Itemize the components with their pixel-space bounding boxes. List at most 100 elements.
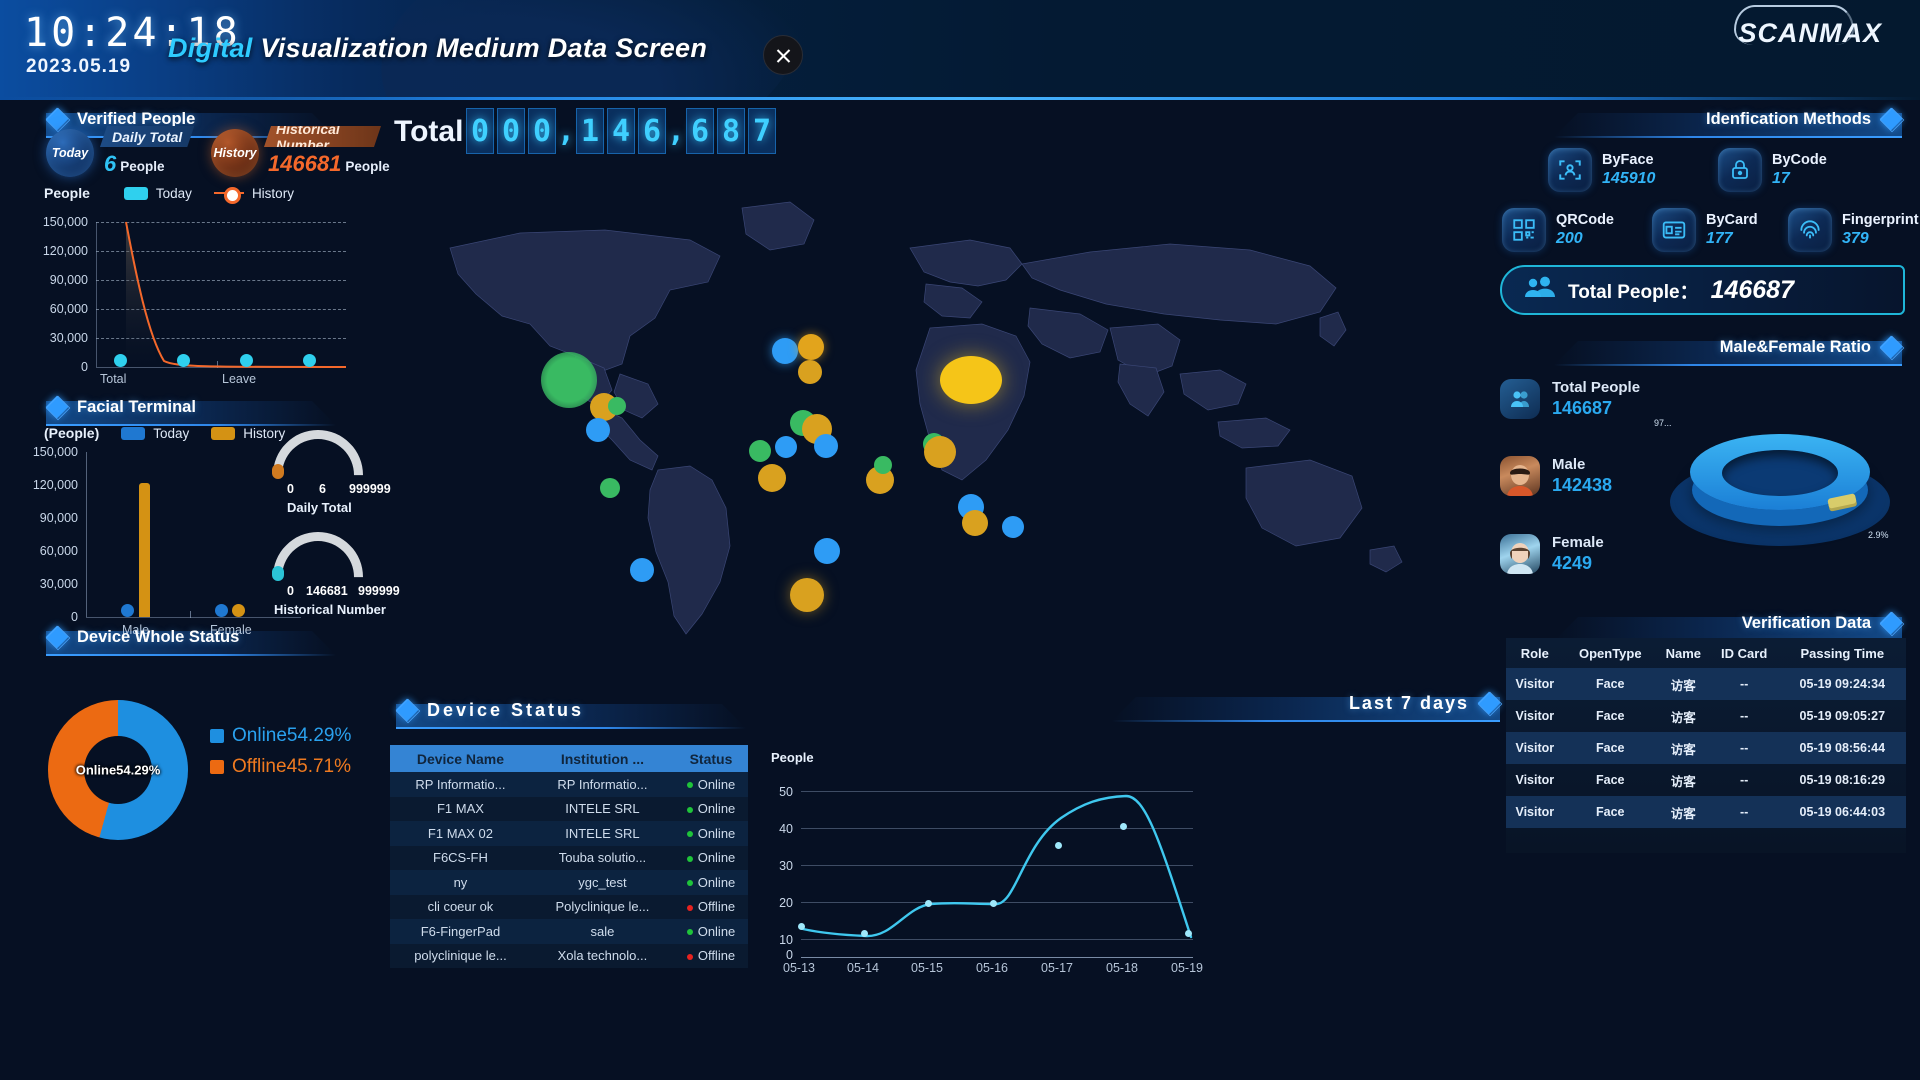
card-icon xyxy=(1652,208,1696,252)
cell-device-name: ny xyxy=(390,870,531,895)
table-row[interactable]: cli coeur ok Polyclinique le... Offline xyxy=(390,894,748,919)
identification-method-fingerprint[interactable]: Fingerprint 379 xyxy=(1788,208,1919,252)
table-row[interactable]: F1 MAX INTELE SRL Online xyxy=(390,796,748,821)
y-tick-label: 30 xyxy=(779,859,793,873)
column-header-status[interactable]: Status xyxy=(674,745,748,772)
panel-title-facial-terminal: Facial Terminal xyxy=(46,392,376,426)
column-header-role[interactable]: Role xyxy=(1506,638,1564,668)
table-row[interactable]: Visitor Face 访客 -- 05-19 09:24:34 xyxy=(1506,668,1906,700)
status-dot xyxy=(686,831,693,838)
last-7-days-axis-title: People xyxy=(771,750,814,765)
data-point xyxy=(1120,823,1127,830)
gauge-value: 6 xyxy=(319,482,326,496)
diamond-icon xyxy=(1880,108,1902,130)
legend-swatch-history xyxy=(211,426,236,440)
status-dot xyxy=(686,904,693,911)
table-row[interactable]: F6-FingerPad sale Online xyxy=(390,919,748,944)
table-row[interactable]: F6CS-FH Touba solutio... Online xyxy=(390,845,748,870)
cell-role: Visitor xyxy=(1506,732,1564,764)
column-header-device-name[interactable]: Device Name xyxy=(390,745,531,772)
panel-title-device-whole-status: Device Whole Status xyxy=(46,622,376,656)
page-title-rest: Visualization Medium Data Screen xyxy=(260,33,708,63)
facial-terminal-chart: 150,000 120,000 90,000 60,000 30,000 0 M… xyxy=(0,440,301,637)
diamond-icon xyxy=(396,699,418,721)
verification-data-table[interactable]: Role OpenType Name ID Card Passing Time … xyxy=(1506,638,1906,853)
counter-digit: 1 xyxy=(576,108,604,154)
column-header-institution[interactable]: Institution ... xyxy=(530,745,674,772)
device-status-table[interactable]: Device Name Institution ... Status RP In… xyxy=(390,745,748,968)
counter-digit: 8 xyxy=(717,108,745,154)
cell-institution: Polyclinique le... xyxy=(530,894,674,919)
cell-opentype: Face xyxy=(1596,709,1625,723)
cell-passing-time: 05-19 09:24:34 xyxy=(1778,668,1906,700)
map-bubble xyxy=(1002,516,1024,538)
left-column: Verified People Today Daily Total 6 Peopl… xyxy=(0,100,400,1080)
cell-name: 访客 xyxy=(1670,774,1696,789)
last-7-days-line xyxy=(801,794,1193,939)
cell-institution: sale xyxy=(530,919,674,944)
y-tick-label: 10 xyxy=(779,933,793,947)
x-tick-label: 05-14 xyxy=(847,961,879,975)
column-header-passing-time[interactable]: Passing Time xyxy=(1779,638,1906,668)
table-row[interactable]: Visitor Face 访客 -- 05-19 08:16:29 xyxy=(1506,764,1906,796)
cell-idcard: -- xyxy=(1709,732,1779,764)
cell-passing-time: 05-19 08:16:29 xyxy=(1799,773,1886,787)
cell-role: Visitor xyxy=(1515,773,1555,787)
y-tick-label: 50 xyxy=(779,785,793,799)
column-header-name[interactable]: Name xyxy=(1657,638,1710,668)
map-bubble xyxy=(798,360,822,384)
counter-digit: 6 xyxy=(638,108,666,154)
x-tick-label: 05-17 xyxy=(1041,961,1073,975)
data-point xyxy=(240,354,253,367)
right-column: Idenfication Methods ByFace 145910 ByCod… xyxy=(1500,100,1920,1080)
legend-item: Online54.29% xyxy=(210,725,351,747)
diamond-icon xyxy=(46,396,68,418)
table-row[interactable]: Visitor Face 访客 -- 05-19 09:05:27 xyxy=(1506,700,1906,732)
column-header-opentype[interactable]: OpenType xyxy=(1564,638,1657,668)
identification-method-byface[interactable]: ByFace 145910 xyxy=(1548,148,1655,192)
column-header-idcard[interactable]: ID Card xyxy=(1710,638,1779,668)
counter-digit: 0 xyxy=(466,108,494,154)
donut-center-label: Online54.29% xyxy=(75,762,161,778)
daily-total-unit: People xyxy=(120,159,165,174)
table-row[interactable]: polyclinique le... Xola technolo... Offl… xyxy=(390,943,748,968)
verified-people-legend: People Today History xyxy=(44,185,294,204)
close-icon[interactable] xyxy=(763,35,803,75)
cell-device-name: F6-FingerPad xyxy=(390,919,531,944)
data-point xyxy=(990,900,997,907)
ratio-text: Male 142438 xyxy=(1552,455,1612,496)
bar-female-today xyxy=(215,604,228,617)
status-text: Offline xyxy=(697,899,736,915)
table-row[interactable]: Visitor Face 访客 -- 05-19 08:56:44 xyxy=(1506,732,1906,764)
world-map[interactable] xyxy=(390,178,1500,648)
y-tick-label: 20 xyxy=(779,896,793,910)
diamond-icon xyxy=(1880,612,1902,634)
map-bubble xyxy=(775,436,797,458)
identification-method-bycode[interactable]: ByCode 17 xyxy=(1718,148,1827,192)
identification-method-text: Fingerprint 379 xyxy=(1842,212,1919,248)
status-text: Online xyxy=(697,850,736,866)
panel-title-text: Idenfication Methods xyxy=(1706,109,1871,128)
ratio-item-total-people: Total People 146687 xyxy=(1500,378,1640,419)
daily-total-number: 6 xyxy=(104,151,117,176)
method-value: 379 xyxy=(1842,230,1869,247)
facial-terminal-axis-title: (People) xyxy=(44,425,100,441)
identification-method-qrcode[interactable]: QRCode 200 xyxy=(1502,208,1614,252)
status-dot xyxy=(686,806,693,813)
cell-device-name: F1 MAX xyxy=(390,796,531,821)
diamond-icon xyxy=(1478,692,1500,714)
last-7-days-chart: People 50 40 30 20 10 0 05-13 05-14 05-1… xyxy=(765,745,1500,980)
legend-line-history xyxy=(213,187,244,204)
table-row[interactable]: Visitor Face 访客 -- 05-19 06:44:03 xyxy=(1506,796,1906,828)
ratio-text: Total People 146687 xyxy=(1552,378,1640,419)
table-row[interactable]: F1 MAX 02 INTELE SRL Online xyxy=(390,821,748,846)
cell-role: Visitor xyxy=(1506,796,1564,828)
cell-name: 访客 xyxy=(1656,796,1710,828)
table-row[interactable]: ny ygc_test Online xyxy=(390,870,748,895)
counter-digit: 0 xyxy=(528,108,556,154)
method-name: ByCard xyxy=(1706,212,1758,228)
table-row[interactable]: RP Informatio... RP Informatio... Online xyxy=(390,772,748,797)
identification-method-bycard[interactable]: ByCard 177 xyxy=(1652,208,1758,252)
ratio-text: Female 4249 xyxy=(1552,533,1604,574)
map-bubble xyxy=(924,436,956,468)
